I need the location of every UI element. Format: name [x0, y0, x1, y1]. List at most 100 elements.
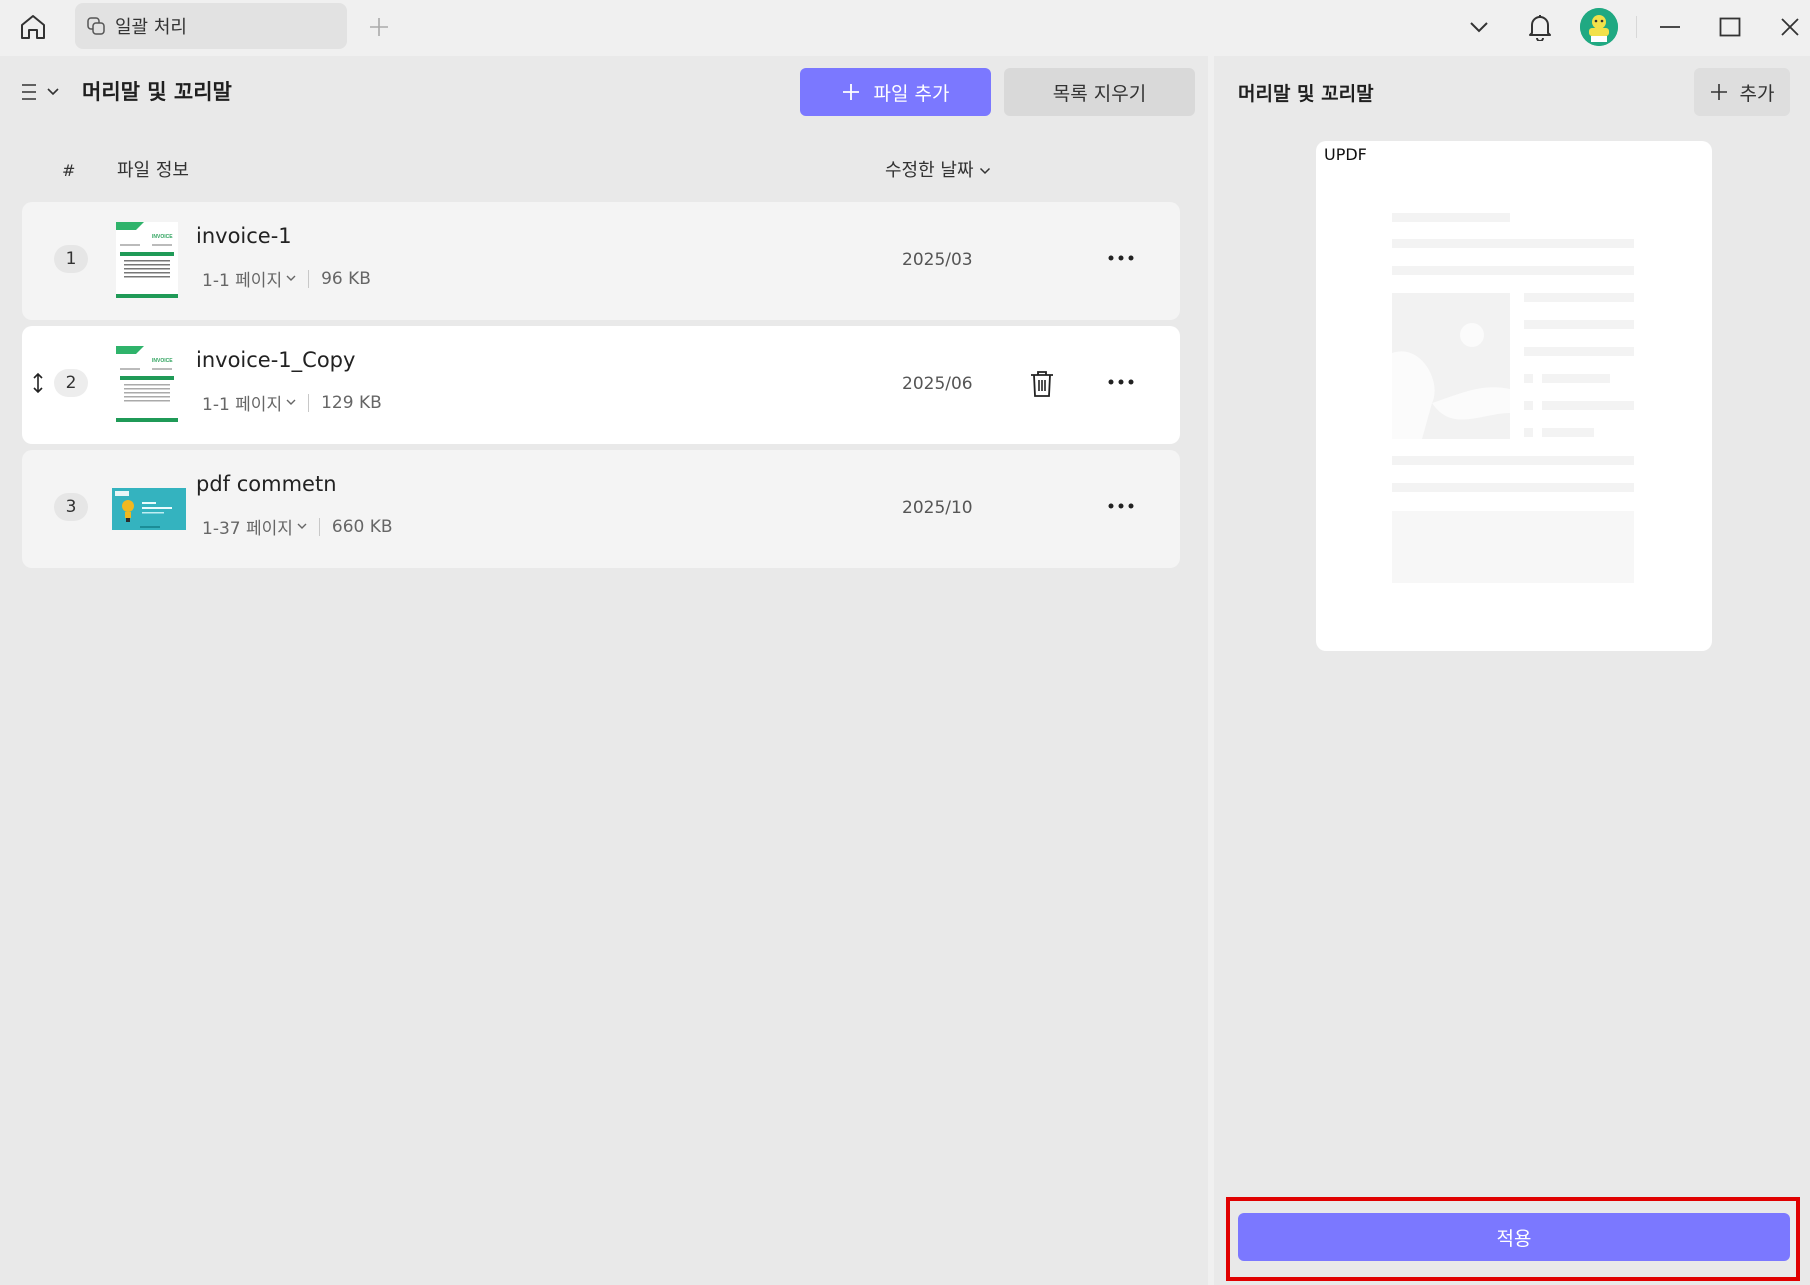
row-number: 1 — [54, 245, 88, 273]
clear-list-label: 목록 지우기 — [1052, 82, 1147, 105]
placeholder-line — [1542, 428, 1594, 437]
row-number: 3 — [54, 493, 88, 521]
placeholder-line — [1392, 456, 1634, 465]
header-text-preview: UPDF — [1324, 145, 1367, 164]
svg-text:INVOICE: INVOICE — [152, 234, 173, 240]
more-options-button[interactable] — [1104, 494, 1138, 518]
home-icon — [21, 15, 45, 39]
add-label: 추가 — [1739, 82, 1775, 105]
placeholder-line — [1524, 347, 1634, 356]
clear-list-button[interactable]: 목록 지우기 — [1004, 68, 1195, 116]
minimize-button[interactable] — [1650, 0, 1690, 54]
file-row[interactable]: 3 pdf commetn 1-37 페이지 660 KB 2025/10 — [22, 450, 1180, 568]
plus-icon — [370, 18, 388, 36]
file-size: 129 KB — [321, 392, 382, 413]
add-file-label: 파일 추가 — [873, 82, 950, 105]
placeholder-line — [1524, 320, 1634, 329]
chevron-down-icon — [979, 167, 990, 175]
file-date: 2025/06 — [902, 374, 973, 394]
divider — [1636, 16, 1637, 38]
file-meta: 1-1 페이지 96 KB — [202, 266, 371, 292]
menu-button[interactable] — [20, 76, 62, 108]
file-name: invoice-1 — [196, 224, 292, 248]
divider — [308, 269, 310, 288]
file-thumbnail — [112, 488, 186, 530]
page-title: 머리말 및 꼬리말 — [82, 80, 232, 104]
placeholder-line — [1392, 239, 1634, 248]
maximize-button[interactable] — [1710, 0, 1750, 54]
placeholder-line — [1542, 374, 1610, 383]
new-tab-button[interactable] — [364, 10, 394, 44]
divider — [318, 517, 320, 536]
add-file-button[interactable]: 파일 추가 — [800, 68, 991, 116]
placeholder-block — [1392, 511, 1634, 583]
page-range-dropdown[interactable]: 1-1 페이지 — [202, 390, 282, 415]
placeholder-line — [1524, 293, 1634, 302]
column-header-date-sort[interactable]: 수정한 날짜 — [885, 158, 991, 184]
placeholder-line — [1392, 266, 1634, 275]
notifications-button[interactable] — [1522, 0, 1558, 54]
tab-batch[interactable]: 일괄 처리 — [75, 3, 347, 49]
divider — [308, 393, 310, 412]
apply-label: 적용 — [1496, 1227, 1532, 1250]
image-placeholder-icon — [1392, 293, 1510, 439]
drag-handle-icon[interactable] — [30, 370, 46, 396]
placeholder-line — [1392, 213, 1510, 222]
svg-text:INVOICE: INVOICE — [152, 358, 173, 364]
more-horizontal-icon — [1108, 255, 1134, 261]
placeholder-bullet — [1524, 374, 1533, 383]
chevron-down-icon — [1470, 22, 1488, 33]
file-date: 2025/10 — [902, 498, 973, 518]
home-button[interactable] — [14, 8, 52, 46]
more-options-button[interactable] — [1104, 370, 1138, 394]
apply-button[interactable]: 적용 — [1238, 1213, 1790, 1261]
file-size: 660 KB — [331, 516, 393, 537]
placeholder-line — [1542, 401, 1634, 410]
template-preview[interactable]: UPDF — [1316, 141, 1712, 651]
chevron-down-icon — [286, 399, 296, 405]
placeholder-line — [1392, 483, 1634, 492]
more-options-button[interactable] — [1104, 246, 1138, 270]
more-horizontal-icon — [1108, 379, 1134, 385]
column-header-file-info: 파일 정보 — [117, 160, 189, 181]
plus-icon — [842, 84, 859, 100]
file-size: 96 KB — [321, 268, 371, 289]
chevron-down-icon — [297, 523, 307, 529]
plus-icon — [1710, 84, 1727, 100]
page-range-dropdown[interactable]: 1-37 페이지 — [202, 514, 293, 539]
bell-icon — [1529, 15, 1551, 41]
chevron-down-icon — [47, 88, 59, 96]
tabs-dropdown-button[interactable] — [1462, 0, 1496, 54]
list-menu-icon — [22, 84, 36, 100]
column-header-date: 수정한 날짜 — [885, 160, 974, 181]
placeholder-bullet — [1524, 428, 1533, 437]
page-range-dropdown[interactable]: 1-1 페이지 — [202, 266, 282, 291]
maximize-icon — [1719, 17, 1741, 37]
close-button[interactable] — [1770, 0, 1810, 54]
header-footer-panel: 머리말 및 꼬리말 추가 UPDF 적용 — [1214, 56, 1810, 1285]
tab-label: 일괄 처리 — [115, 17, 187, 38]
user-avatar-button[interactable] — [1578, 0, 1620, 54]
file-meta: 1-1 페이지 129 KB — [202, 390, 382, 416]
file-row[interactable]: 1 INVOICE invoice-1 1-1 페이지 96 KB 2025/0… — [22, 202, 1180, 320]
column-header-number: # — [62, 161, 76, 180]
trash-icon — [1031, 371, 1053, 397]
placeholder-bullet — [1524, 401, 1533, 410]
file-name: invoice-1_Copy — [196, 348, 356, 372]
file-thumbnail: INVOICE — [116, 222, 178, 298]
file-meta: 1-37 페이지 660 KB — [202, 514, 393, 540]
title-bar: 일괄 처리 — [0, 0, 1810, 54]
minimize-icon — [1660, 26, 1680, 28]
row-number: 2 — [54, 369, 88, 397]
avatar — [1580, 8, 1618, 46]
panel-title: 머리말 및 꼬리말 — [1238, 83, 1374, 105]
add-template-button[interactable]: 추가 — [1694, 68, 1790, 116]
chevron-down-icon — [286, 275, 296, 281]
file-thumbnail: INVOICE — [116, 346, 178, 422]
file-row[interactable]: 2 INVOICE invoice-1_Copy 1-1 페이지 129 KB … — [22, 326, 1180, 444]
file-list-panel: 머리말 및 꼬리말 파일 추가 목록 지우기 # 파일 정보 수정한 날짜 1 … — [0, 56, 1208, 1285]
delete-file-button[interactable] — [1026, 366, 1058, 402]
file-name: pdf commetn — [196, 472, 337, 496]
file-date: 2025/03 — [902, 250, 973, 270]
more-horizontal-icon — [1108, 503, 1134, 509]
